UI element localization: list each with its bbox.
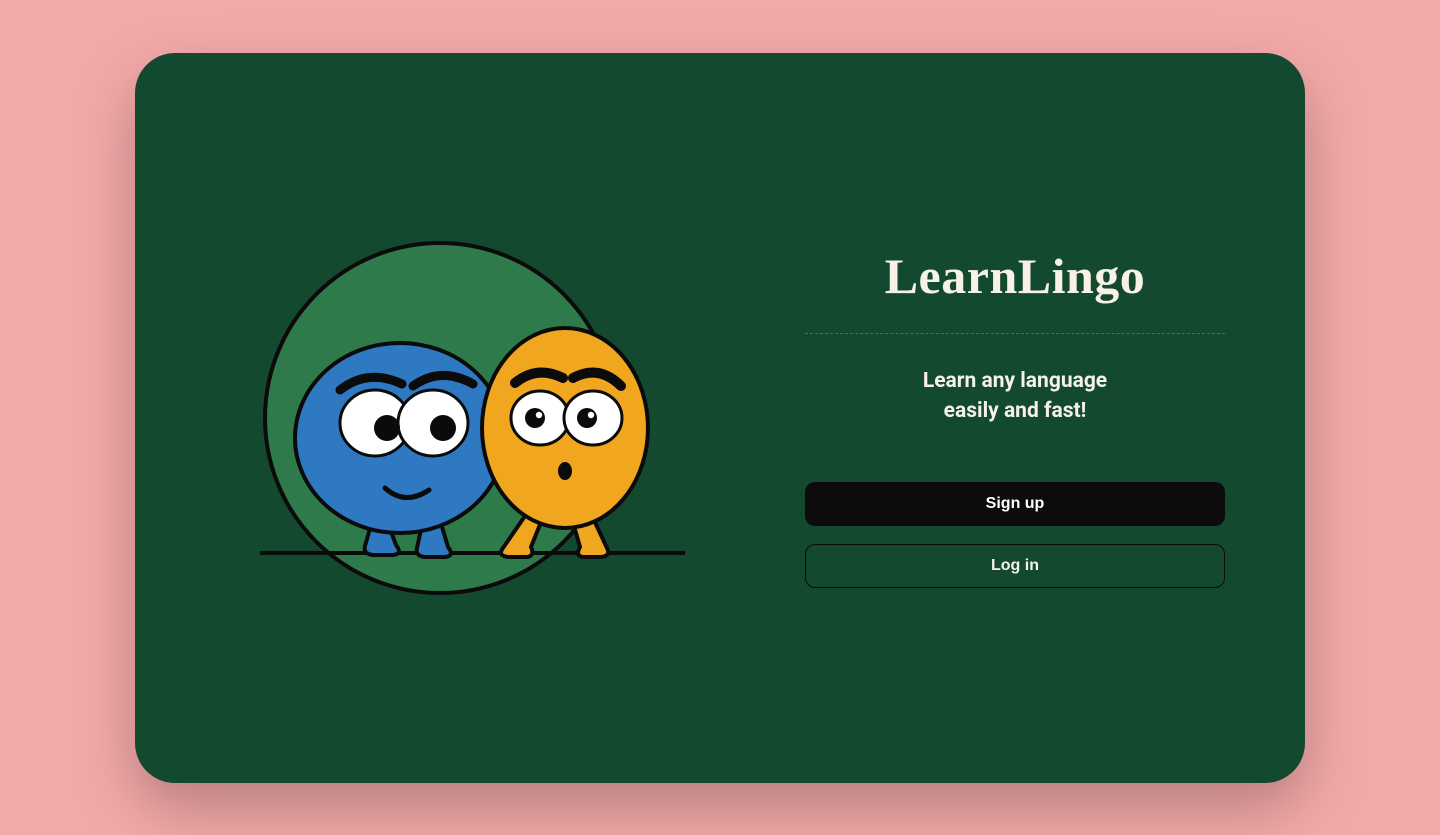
orange-left-glint-icon (536, 411, 542, 417)
orange-left-pupil-icon (525, 408, 545, 428)
app-title: LearnLingo (805, 247, 1225, 305)
login-button[interactable]: Log in (805, 544, 1225, 588)
signup-button[interactable]: Sign up (805, 482, 1225, 526)
orange-mouth-icon (558, 462, 572, 480)
divider-line (805, 333, 1225, 334)
blue-left-pupil-icon (374, 415, 400, 441)
illustration-panel (195, 93, 735, 743)
characters-illustration (215, 208, 715, 628)
blue-right-pupil-icon (430, 415, 456, 441)
orange-right-pupil-icon (577, 408, 597, 428)
orange-right-glint-icon (588, 411, 594, 417)
auth-content: LearnLingo Learn any language easily and… (805, 247, 1225, 589)
tagline-text: Learn any language easily and fast! (805, 366, 1225, 427)
auth-buttons: Sign up Log in (805, 482, 1225, 588)
auth-card: LearnLingo Learn any language easily and… (135, 53, 1305, 783)
